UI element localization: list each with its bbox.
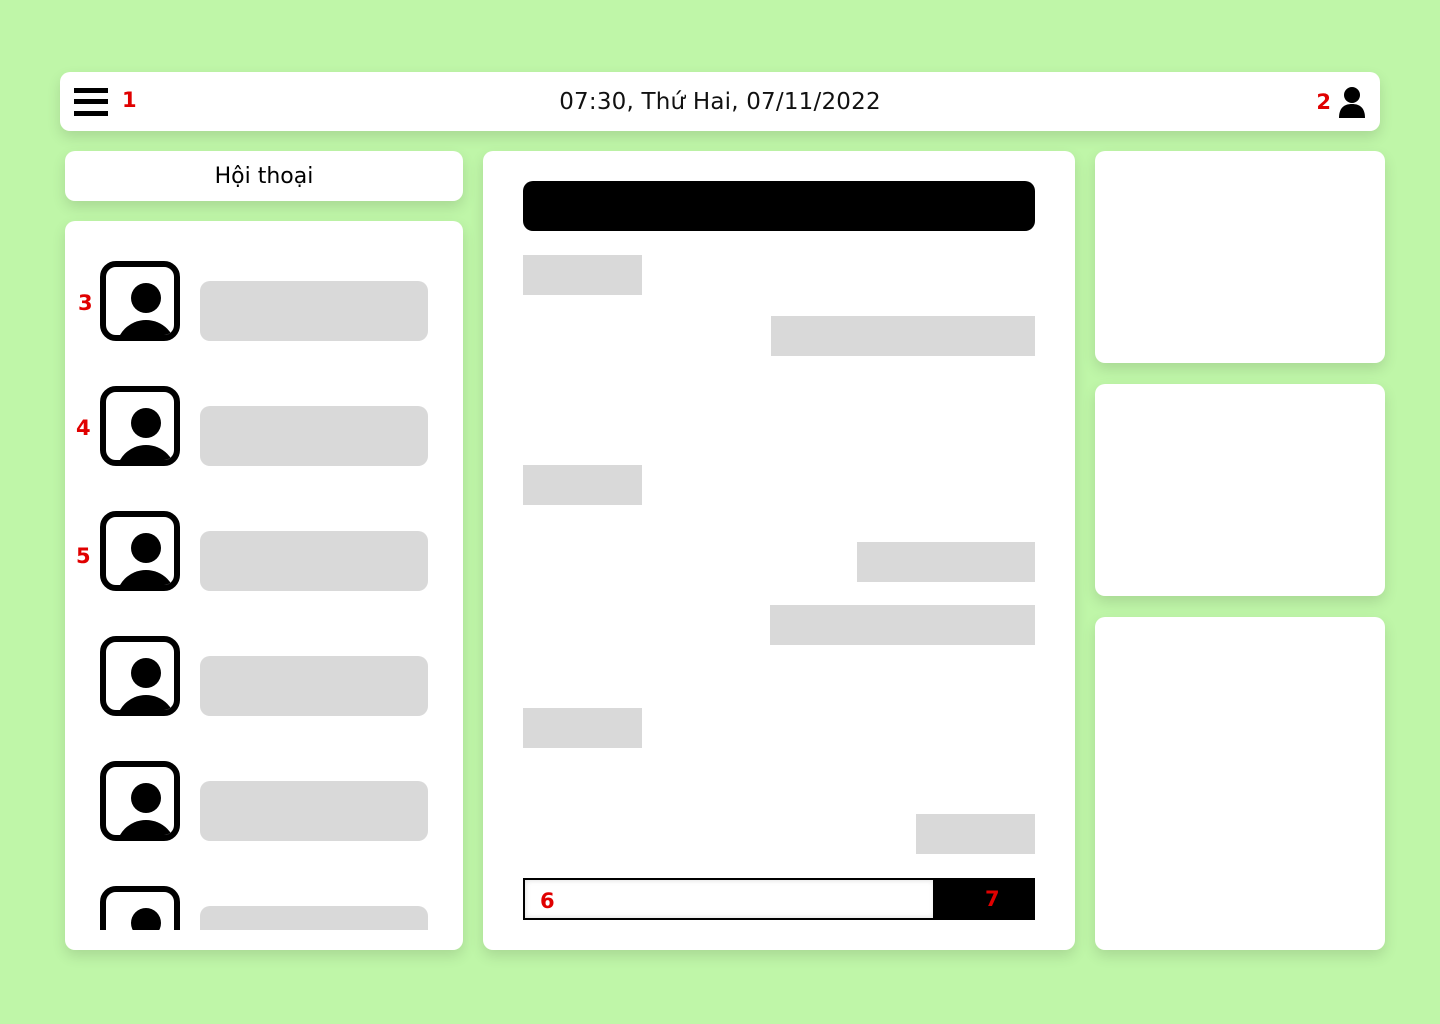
incoming-message-placeholder xyxy=(523,255,642,295)
top-bar: 1 07:30, Thứ Hai, 07/11/2022 2 xyxy=(60,72,1380,131)
outgoing-message-placeholder xyxy=(857,542,1035,582)
avatar-icon xyxy=(100,761,180,841)
outgoing-message-placeholder xyxy=(916,814,1035,854)
conversations-title: Hội thoại xyxy=(214,163,314,189)
conversation-list[interactable] xyxy=(65,221,463,950)
info-panel-middle xyxy=(1095,384,1385,596)
conversation-name-placeholder xyxy=(200,406,428,466)
user-icon[interactable] xyxy=(1338,86,1366,118)
avatar-icon xyxy=(100,261,180,341)
message-input[interactable]: 6 xyxy=(523,878,935,920)
conversation-name-placeholder xyxy=(200,281,428,341)
incoming-message-placeholder xyxy=(523,708,642,748)
conversation-item[interactable] xyxy=(65,261,463,343)
annotation-marker-6: 6 xyxy=(540,889,555,913)
annotation-marker-5: 5 xyxy=(76,544,91,568)
annotation-marker-7: 7 xyxy=(985,887,1000,911)
chat-panel: 6 7 xyxy=(483,151,1075,950)
annotation-marker-3: 3 xyxy=(78,291,93,315)
conversation-name-placeholder xyxy=(200,781,428,841)
conversations-header: Hội thoại xyxy=(65,151,463,201)
avatar-icon xyxy=(100,511,180,591)
incoming-message-placeholder xyxy=(523,465,642,505)
conversation-name-placeholder xyxy=(200,656,428,716)
conversation-item[interactable] xyxy=(65,636,463,718)
send-button[interactable]: 7 xyxy=(933,878,1035,920)
chat-header xyxy=(523,181,1035,231)
avatar-icon xyxy=(100,386,180,466)
datetime-display: 07:30, Thứ Hai, 07/11/2022 xyxy=(559,89,881,115)
info-panel-bottom xyxy=(1095,617,1385,950)
conversation-name-placeholder xyxy=(200,906,428,930)
info-panel-top xyxy=(1095,151,1385,363)
conversation-item[interactable] xyxy=(65,386,463,468)
outgoing-message-placeholder xyxy=(771,316,1035,356)
conversation-name-placeholder xyxy=(200,531,428,591)
annotation-marker-2: 2 xyxy=(1316,90,1331,114)
avatar-icon xyxy=(100,636,180,716)
conversation-item[interactable] xyxy=(65,886,463,930)
annotation-marker-4: 4 xyxy=(76,416,91,440)
conversation-item[interactable] xyxy=(65,761,463,843)
avatar-icon xyxy=(100,886,180,930)
outgoing-message-placeholder xyxy=(770,605,1035,645)
conversation-item[interactable] xyxy=(65,511,463,593)
